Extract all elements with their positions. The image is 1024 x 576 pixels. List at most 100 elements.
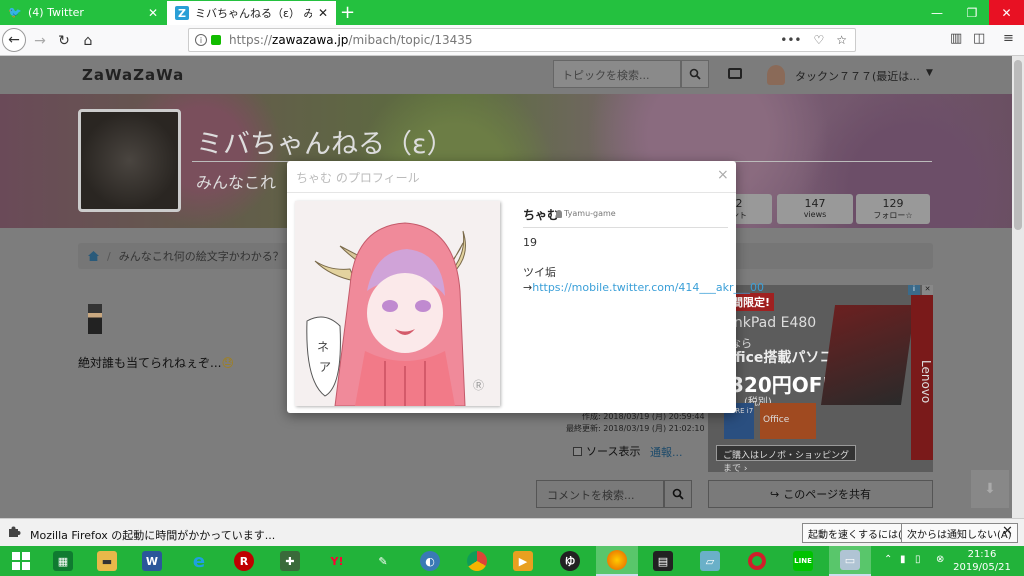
site-info-icon[interactable]: i: [195, 34, 207, 46]
taskbar-rakuten[interactable]: R: [223, 546, 265, 576]
breadcrumb-topic[interactable]: みんなこれ何の絵文字かわかる？: [119, 248, 284, 264]
tab-strip: 🐦 (4) Twitter ✕ Z ミバちゃんねる（ε） みんなこれ何の ✕ +…: [0, 0, 1024, 25]
comment-search-button[interactable]: [664, 480, 692, 508]
bookmark-star-icon[interactable]: ☆: [836, 33, 847, 47]
search-icon: [689, 68, 701, 80]
new-tab-button[interactable]: +: [340, 2, 355, 23]
page-scrollbar[interactable]: [1012, 56, 1024, 518]
taskbar-ie[interactable]: e: [178, 546, 220, 576]
taskbar-media[interactable]: ▶: [502, 546, 544, 576]
svg-text:ア: ア: [319, 360, 331, 374]
search-button[interactable]: [681, 60, 709, 88]
tray-expand-icon[interactable]: ⌃: [884, 554, 892, 565]
chevron-down-icon[interactable]: ▼: [926, 68, 933, 78]
lock-icon[interactable]: [211, 35, 221, 45]
taskbar-explorer[interactable]: ▬: [86, 546, 128, 576]
taskbar-chrome[interactable]: [456, 546, 498, 576]
profile-bio-age: 19: [523, 236, 537, 249]
comment-search-input[interactable]: コメントを検索...: [536, 480, 664, 508]
taskbar-firefox[interactable]: [596, 546, 638, 576]
window-icon: ▭: [840, 550, 860, 570]
taskbar-yukkuri[interactable]: ゆ: [549, 546, 591, 576]
tab-mibach[interactable]: Z ミバちゃんねる（ε） みんなこれ何の ✕: [167, 1, 336, 25]
windows-logo-icon: [12, 552, 30, 570]
maximize-button[interactable]: ❐: [955, 0, 989, 25]
close-notification-icon[interactable]: ✕: [1002, 524, 1013, 539]
stat-followers[interactable]: 129 フォロー☆: [856, 194, 930, 224]
divider: [523, 227, 728, 228]
taskbar-store[interactable]: ▦: [42, 546, 84, 576]
sidebar-icon[interactable]: ◫: [973, 31, 985, 46]
back-button[interactable]: ←: [2, 28, 26, 52]
twitter-profile-link[interactable]: https://mobile.twitter.com/414___akr___0…: [532, 281, 764, 294]
profile-modal: ちゃむ のプロフィール × ネ ア Ⓡ ちゃむ Tyamu-game 19 ツイ…: [287, 161, 764, 413]
close-tab-icon[interactable]: ✕: [318, 6, 328, 20]
user-icon: [556, 209, 562, 218]
home-icon[interactable]: [88, 251, 99, 261]
adchoices-icon[interactable]: i: [908, 285, 920, 295]
topic-search-input[interactable]: トピックを検索...: [553, 60, 681, 88]
pocket-icon[interactable]: ♡: [813, 33, 824, 47]
forward-button[interactable]: →: [28, 29, 52, 53]
reload-button[interactable]: ↻: [52, 29, 76, 53]
page-actions-icon[interactable]: •••: [780, 33, 801, 47]
close-icon[interactable]: ×: [717, 167, 729, 183]
url-bar[interactable]: i https://zawazawa.jp/mibach/topic/13435…: [188, 28, 856, 52]
taskbar-notes[interactable]: ▱: [689, 546, 731, 576]
profile-user-id: Tyamu-game: [556, 209, 616, 218]
windows-taskbar: ▦ ▬ W e R ✚ Y! ✎ ◐ ▶ ゆ ▤ ▱ LINE ▭ ⌃ ▮ ▯ …: [0, 546, 1024, 576]
media-player-icon: ▶: [513, 551, 533, 571]
folder-icon: ▬: [97, 551, 117, 571]
post-body: 絶対誰も当てられねぇぞ...😓: [78, 356, 234, 370]
paint-icon: ✎: [378, 554, 388, 568]
zawazawa-favicon-icon: Z: [175, 6, 189, 20]
taskbar-app9[interactable]: ◐: [409, 546, 451, 576]
library-icon[interactable]: ▥: [950, 31, 962, 46]
firefox-icon: [607, 550, 627, 570]
taskbar-line[interactable]: LINE: [782, 546, 824, 576]
status-icon[interactable]: ⊗: [936, 554, 944, 565]
ad-close-icon[interactable]: ✕: [922, 285, 933, 295]
taskbar-app6[interactable]: ✚: [269, 546, 311, 576]
checkbox[interactable]: [573, 446, 582, 456]
svg-text:Ⓡ: Ⓡ: [473, 379, 484, 392]
source-toggle[interactable]: ソース表示: [573, 443, 640, 459]
taskbar-video[interactable]: ▤: [642, 546, 684, 576]
taskbar-yahoo[interactable]: Y!: [316, 546, 358, 576]
tab-twitter[interactable]: 🐦 (4) Twitter ✕: [0, 0, 166, 25]
username[interactable]: タックン７７７(最近は...: [795, 68, 920, 84]
start-button[interactable]: [0, 546, 42, 576]
opera-icon: [748, 552, 766, 570]
ad-cta-button[interactable]: ご購入はレノボ・ショッピングまで ›: [716, 445, 856, 472]
report-link[interactable]: 通報...: [650, 444, 683, 460]
battery-icon[interactable]: ▯: [915, 554, 921, 565]
share-page-button[interactable]: ↪ このページを共有: [708, 480, 933, 508]
close-tab-icon[interactable]: ✕: [148, 6, 158, 20]
word-icon: W: [142, 551, 162, 571]
taskbar-word[interactable]: W: [131, 546, 173, 576]
yukkuri-icon: ゆ: [560, 551, 580, 571]
stat-views: 147 views: [777, 194, 853, 224]
taskbar-opera[interactable]: [736, 546, 778, 576]
notification-text: Mozilla Firefox の起動に時間がかかっています...: [30, 529, 276, 542]
scroll-down-button[interactable]: ⬇: [971, 470, 1009, 508]
site-logo[interactable]: ZaWaZaWa: [82, 66, 184, 84]
inbox-icon[interactable]: [728, 68, 742, 79]
network-icon[interactable]: ▮: [900, 554, 906, 565]
system-clock[interactable]: 21:16 2019/05/21: [952, 548, 1012, 574]
modal-header: ちゃむ のプロフィール ×: [287, 161, 736, 193]
minimize-button[interactable]: —: [920, 0, 954, 25]
home-button[interactable]: ⌂: [76, 29, 100, 53]
poster-avatar[interactable]: [88, 304, 102, 334]
channel-thumbnail: [78, 109, 181, 212]
taskbar-app17[interactable]: ▭: [829, 546, 871, 576]
menu-icon[interactable]: ≡: [1003, 31, 1014, 46]
taskbar-app8[interactable]: ✎: [362, 546, 404, 576]
tab-title: ミバちゃんねる（ε） みんなこれ何の: [195, 7, 312, 20]
channel-subtitle: みんなこれ: [196, 173, 277, 192]
dont-notify-button[interactable]: 次からは通知しない(A): [901, 523, 1018, 543]
user-avatar[interactable]: [767, 65, 785, 85]
advertisement[interactable]: 間限定! inkPad E480 なら ffice搭載パソコンが 320円OFF…: [708, 285, 933, 472]
close-window-button[interactable]: ✕: [989, 0, 1024, 25]
channel-title: ミバちゃんねる（ε）: [196, 129, 454, 160]
